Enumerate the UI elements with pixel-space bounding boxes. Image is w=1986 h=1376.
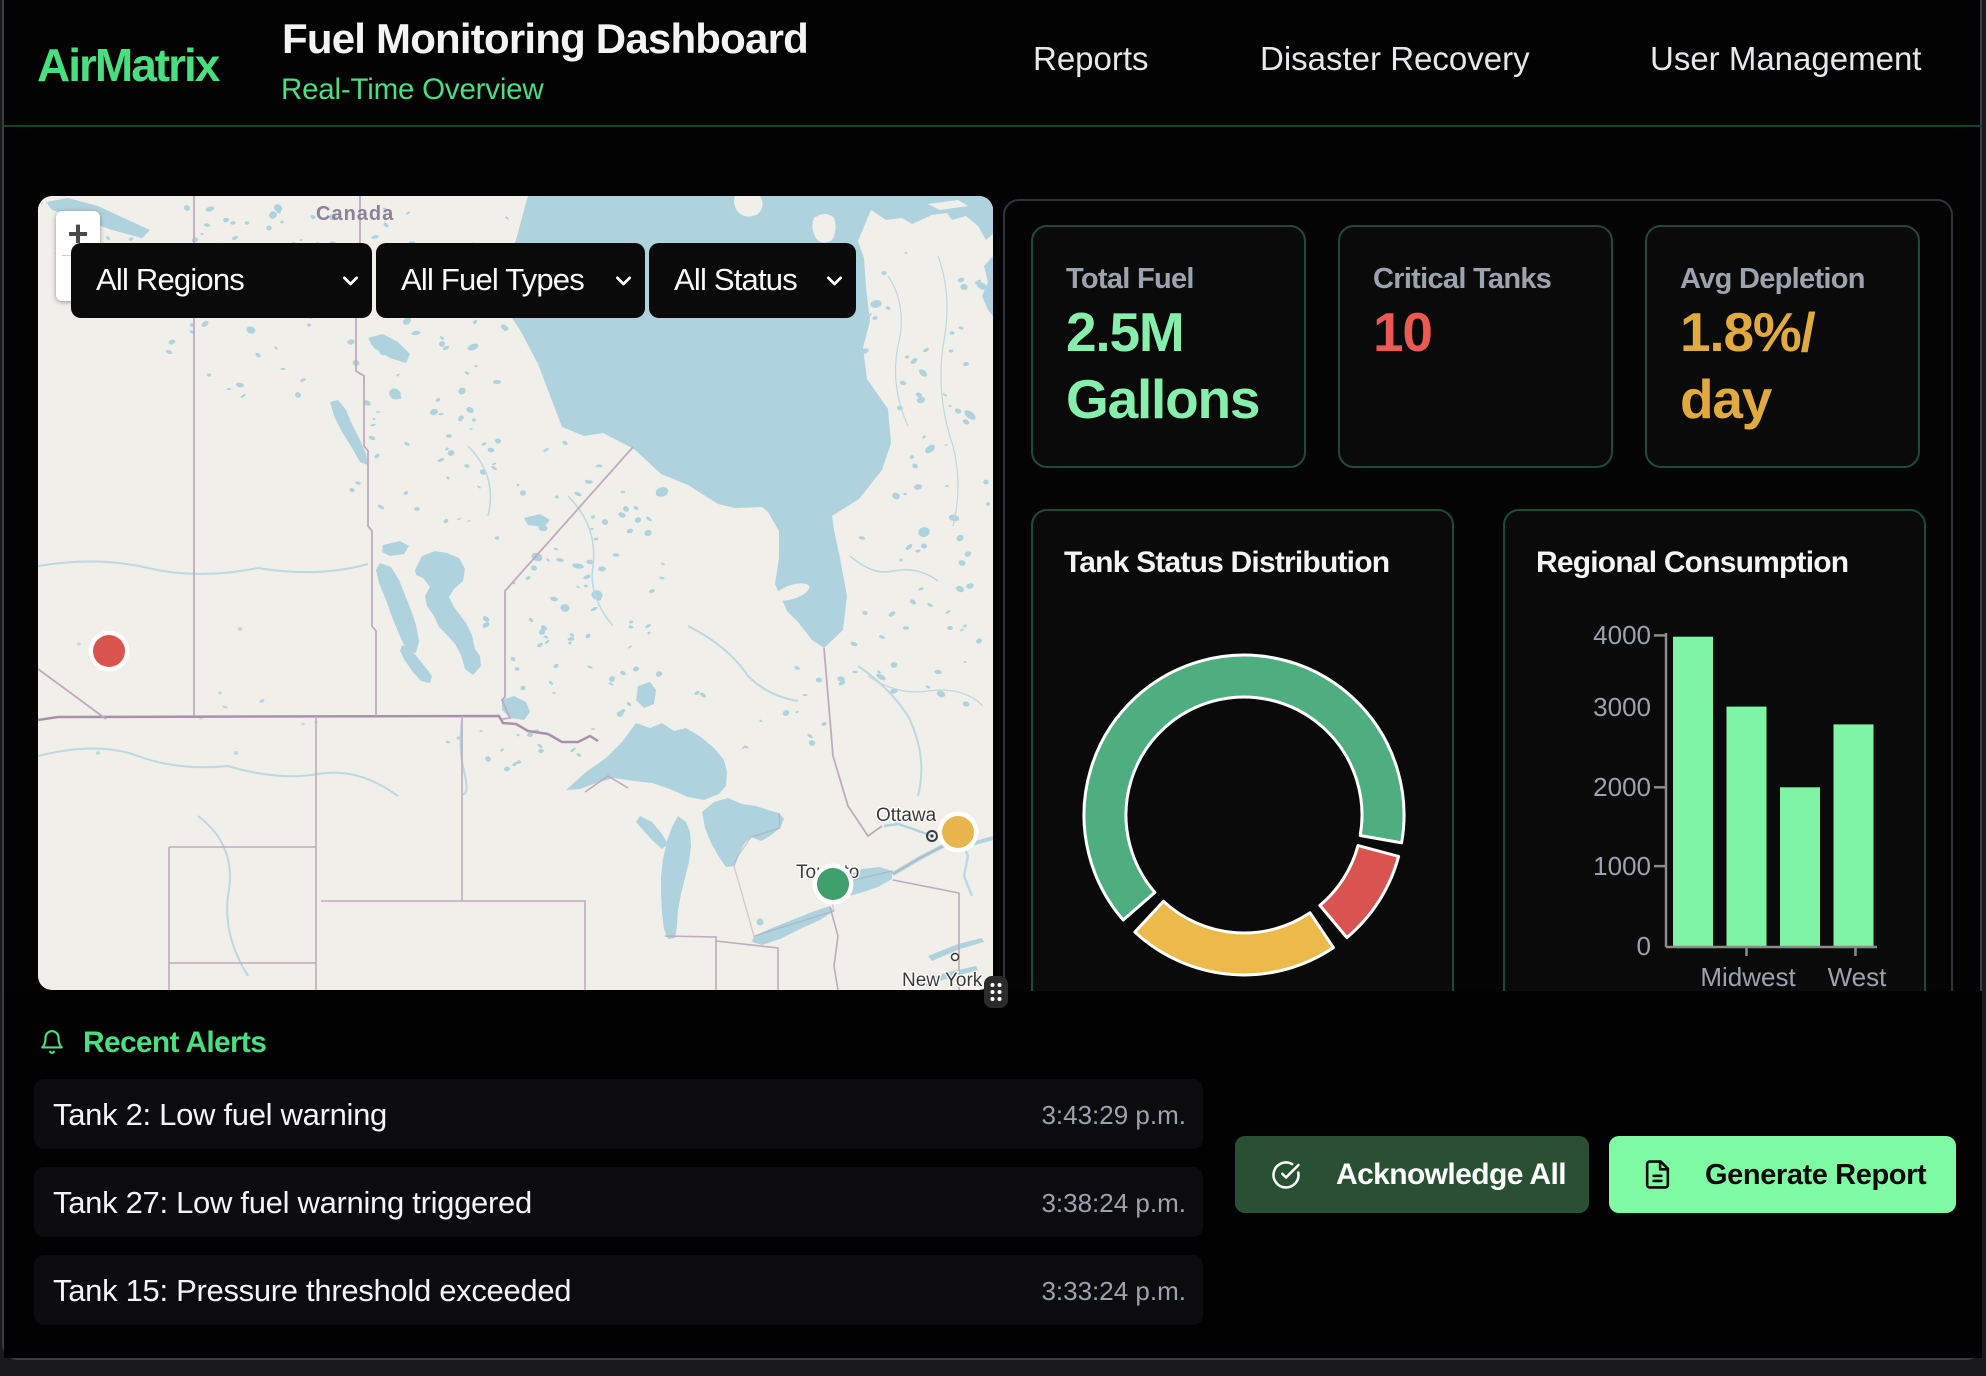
svg-text:4000: 4000	[1593, 620, 1651, 650]
svg-text:Ottawa: Ottawa	[876, 805, 937, 826]
svg-text:2000: 2000	[1593, 772, 1651, 802]
svg-text:0: 0	[1637, 931, 1651, 961]
svg-text:Canada: Canada	[316, 203, 394, 225]
svg-text:1000: 1000	[1593, 851, 1651, 881]
svg-text:Midwest: Midwest	[1700, 962, 1796, 992]
svg-text:3000: 3000	[1593, 692, 1651, 722]
svg-text:New York: New York	[902, 970, 983, 990]
svg-text:West: West	[1828, 962, 1888, 992]
